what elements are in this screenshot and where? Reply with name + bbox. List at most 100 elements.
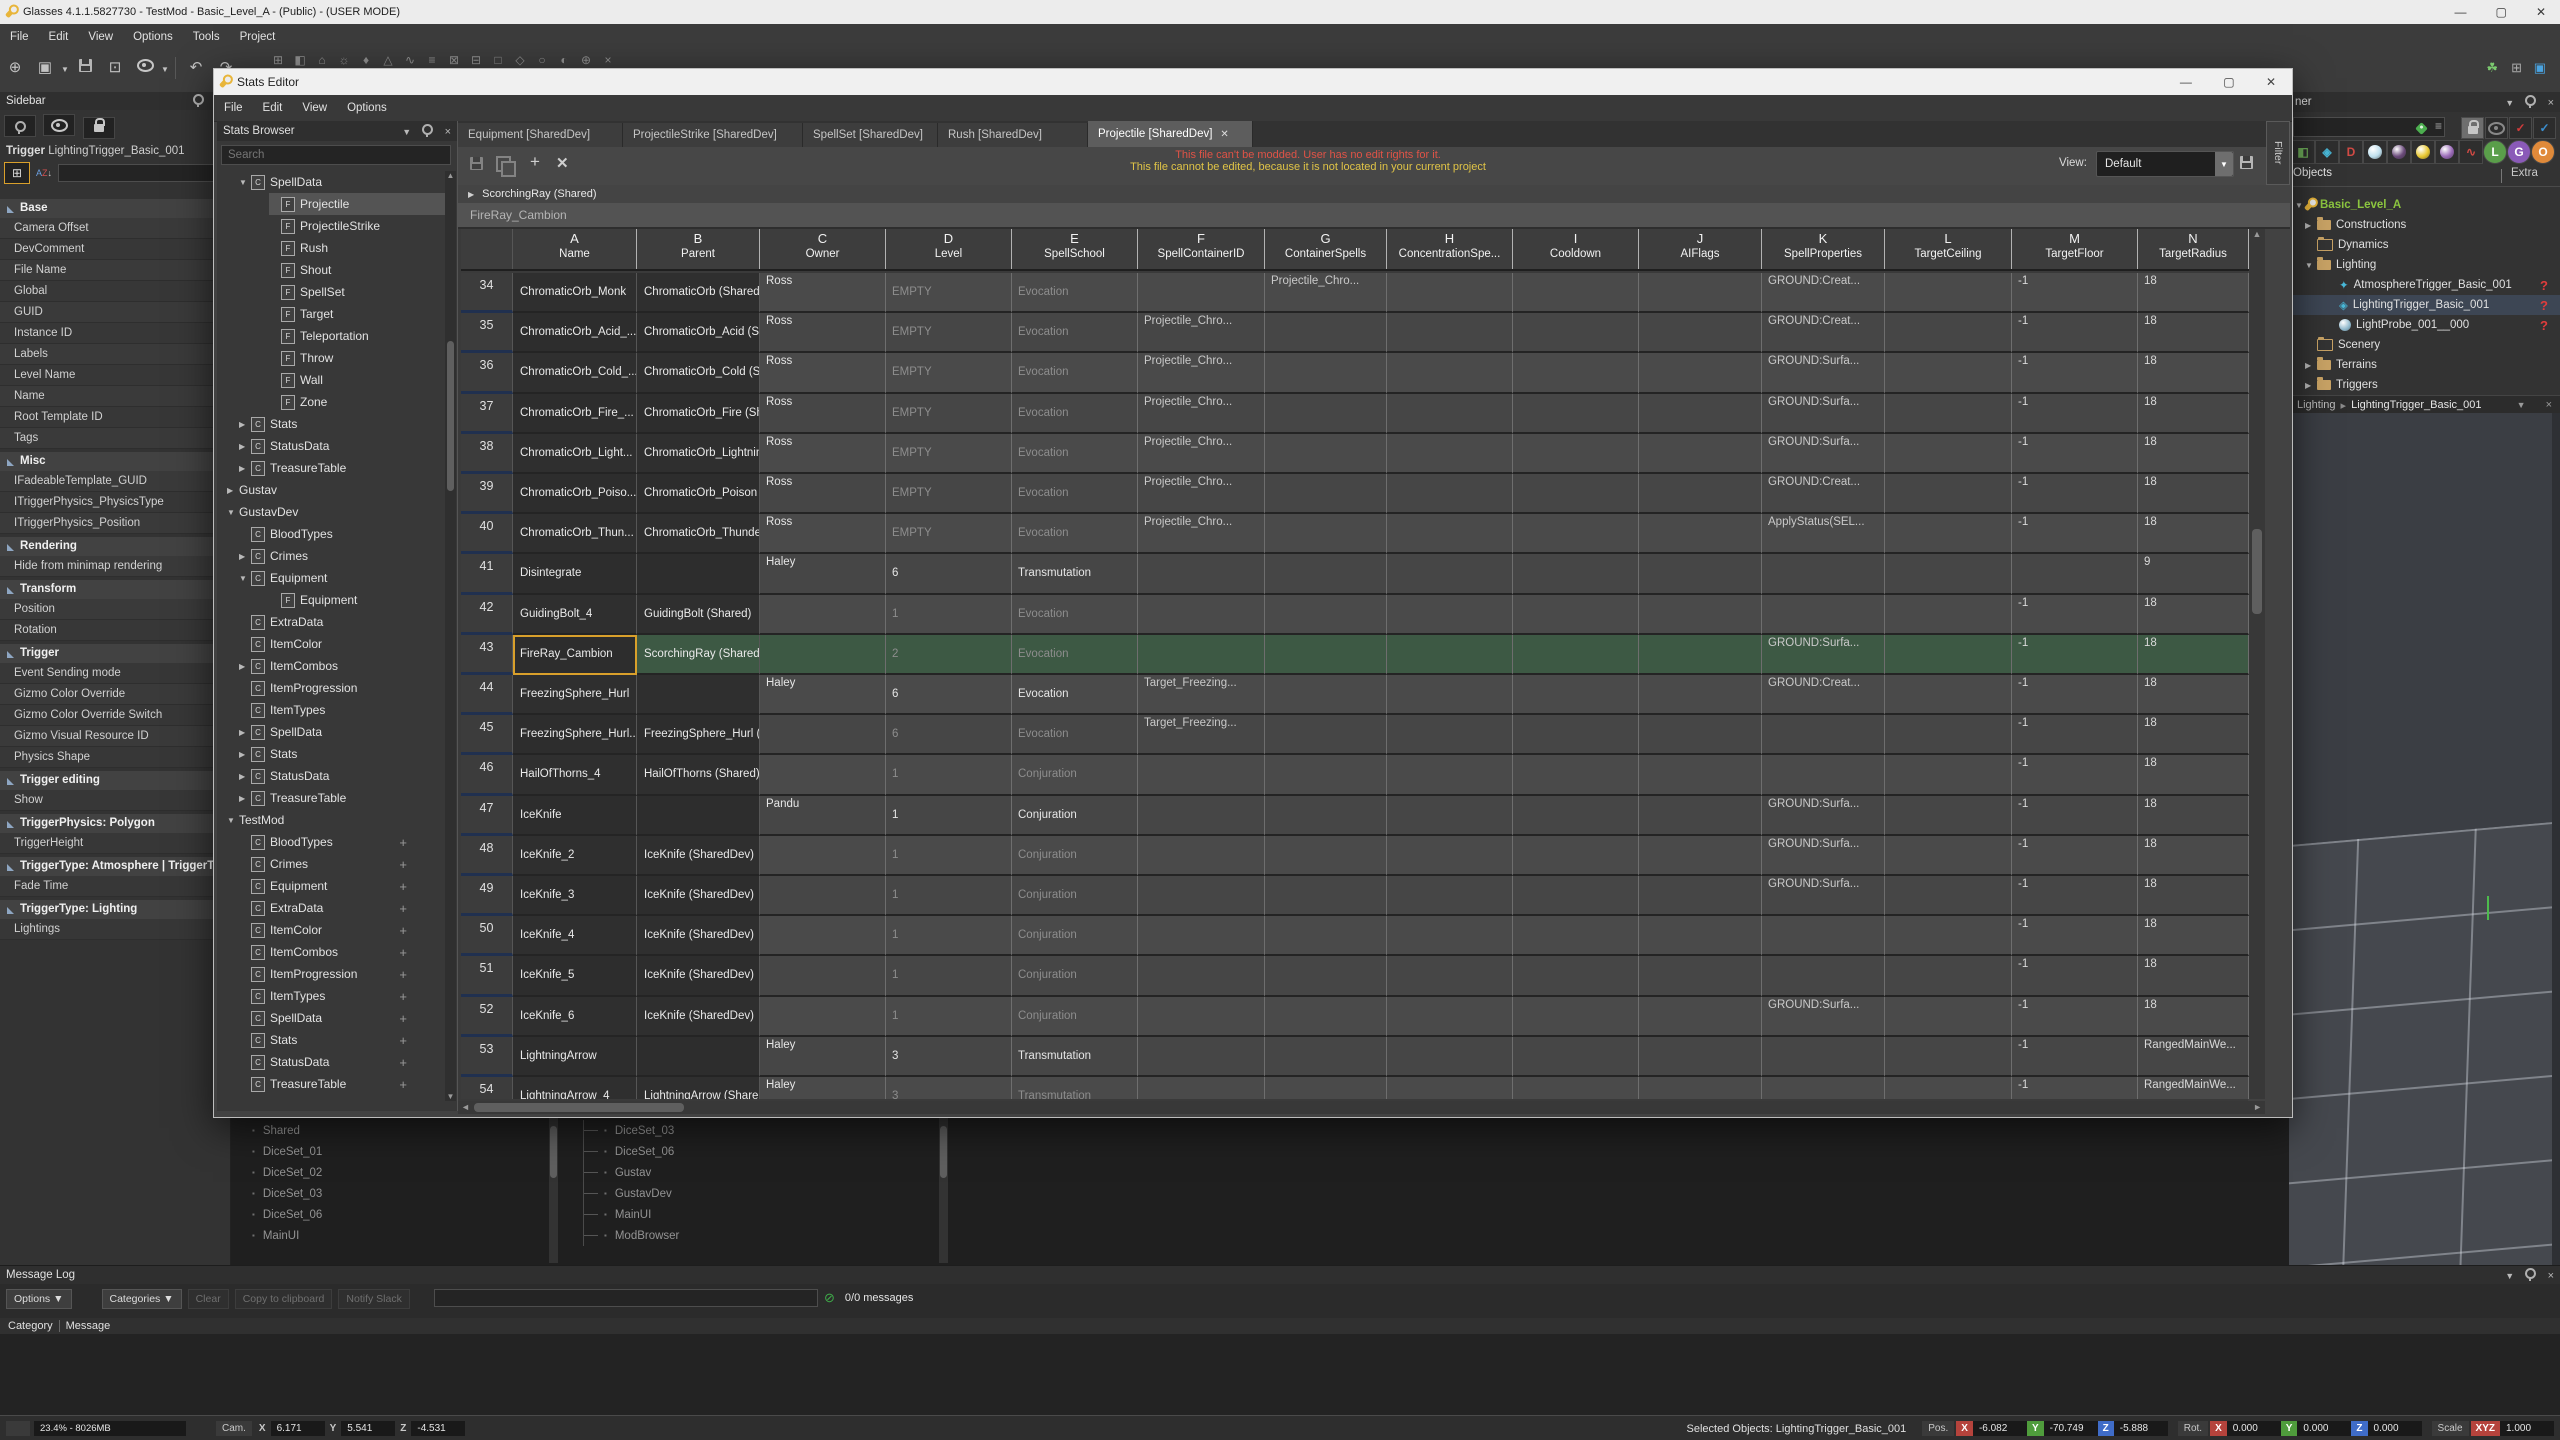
tab-extra[interactable]: Extra [2511, 167, 2538, 179]
column-category[interactable]: Category [8, 1320, 53, 1332]
cell-parent[interactable] [637, 554, 760, 594]
cell-level[interactable]: 1 [886, 997, 1012, 1037]
cell-containerspells[interactable] [1265, 916, 1387, 956]
cell-spellschool[interactable]: Transmutation [1012, 1037, 1138, 1077]
cell-spellproperties[interactable]: ApplyStatus(SEL... [1762, 514, 1885, 554]
add-entry-icon[interactable]: + [399, 945, 407, 960]
stats-tree-item[interactable]: CCrimes+ [239, 853, 445, 875]
cell-containerspells[interactable] [1265, 836, 1387, 876]
cell-name[interactable]: FreezingSphere_Hurl... [513, 715, 637, 755]
controller-icon[interactable]: ⊕ [2, 54, 28, 80]
cell-targetradius[interactable]: 18 [2138, 353, 2249, 393]
table-row[interactable]: 53LightningArrowHaley3Transmutation-1Ran… [461, 1037, 2249, 1077]
property-group-triggertype-lighting[interactable]: TriggerType: Lighting [0, 900, 230, 919]
cell-spellcontainerid[interactable]: Projectile_Chro... [1138, 394, 1265, 434]
cell-owner[interactable] [760, 997, 886, 1037]
cell-cooldown[interactable] [1513, 635, 1639, 675]
cell-concentration[interactable] [1387, 836, 1513, 876]
level-tree-item-basic_level_a[interactable]: ▼Basic_Level_A [2289, 195, 2560, 215]
scroll-left-icon[interactable]: ◄ [461, 1102, 470, 1112]
table-row[interactable]: 37ChromaticOrb_Fire_...ChromaticOrb_Fire… [461, 394, 2249, 434]
pin-icon[interactable] [193, 94, 204, 105]
collapse-icon[interactable]: ▼ [239, 178, 251, 187]
cell-targetceiling[interactable] [1885, 554, 2012, 594]
add-entry-icon[interactable]: + [399, 989, 407, 1004]
cell-parent[interactable]: ScorchingRay (Shared) [637, 635, 760, 675]
menu-file[interactable]: File [0, 24, 39, 50]
table-row[interactable]: 49IceKnife_3IceKnife (SharedDev)1Conjura… [461, 876, 2249, 916]
tool-icon[interactable]: × [599, 52, 617, 68]
stats-tree-item[interactable]: CItemProgression+ [239, 963, 445, 985]
cell-owner[interactable] [760, 715, 886, 755]
tab-equipment[interactable]: Equipment [SharedDev] [458, 123, 623, 147]
cell-targetradius[interactable]: RangedMainWe... [2138, 1037, 2249, 1077]
cell-concentration[interactable] [1387, 796, 1513, 836]
close-button[interactable]: ✕ [2536, 5, 2546, 19]
stats-tree-item[interactable]: ▶CTreasureTable [239, 457, 445, 479]
breadcrumb-parent[interactable]: Lighting [2297, 399, 2336, 411]
stats-tree-item[interactable]: CStatusData+ [239, 1051, 445, 1073]
cell-targetradius[interactable]: 18 [2138, 916, 2249, 956]
cell-targetceiling[interactable] [1885, 956, 2012, 996]
cell-targetceiling[interactable] [1885, 353, 2012, 393]
property-row[interactable]: Position [0, 599, 230, 620]
cell-spellcontainerid[interactable]: Target_Freezing... [1138, 715, 1265, 755]
tool-icon[interactable]: ○ [533, 52, 551, 68]
add-entry-icon[interactable]: + [399, 835, 407, 850]
cell-targetfloor[interactable]: -1 [2012, 715, 2138, 755]
cell-targetradius[interactable]: 18 [2138, 474, 2249, 514]
cell-aiflags[interactable] [1639, 514, 1762, 554]
cell-spellcontainerid[interactable]: Projectile_Chro... [1138, 514, 1265, 554]
close-icon[interactable]: × [2548, 1270, 2554, 1282]
cell-containerspells[interactable] [1265, 554, 1387, 594]
cell-cooldown[interactable] [1513, 956, 1639, 996]
cell-spellschool[interactable]: Conjuration [1012, 796, 1138, 836]
tool-icon[interactable]: ⊞ [269, 52, 287, 68]
property-row[interactable]: Hide from minimap rendering [0, 556, 230, 577]
tool-icon[interactable]: ⊕ [577, 52, 595, 68]
cell-parent[interactable]: FreezingSphere_Hurl (S [637, 715, 760, 755]
level-tree-item-lighting[interactable]: ▼Lighting [2289, 255, 2560, 275]
stats-tree-item[interactable]: CItemColor [239, 633, 445, 655]
level-tree-item-scenery[interactable]: Scenery [2289, 335, 2560, 355]
categorized-view-button[interactable]: ⊞ [4, 162, 30, 184]
cell-level[interactable]: EMPTY [886, 313, 1012, 353]
cell-containerspells[interactable] [1265, 514, 1387, 554]
cell-owner[interactable]: Ross [760, 313, 886, 353]
table-row[interactable]: 42GuidingBolt_4GuidingBolt (Shared)1Evoc… [461, 595, 2249, 635]
stats-tree-item[interactable]: CItemProgression [239, 677, 445, 699]
expand-icon[interactable]: ▶ [2305, 361, 2317, 370]
cell-name[interactable]: FreezingSphere_Hurl [513, 675, 637, 715]
cell-targetceiling[interactable] [1885, 474, 2012, 514]
stats-search-input[interactable] [221, 145, 451, 165]
cell-targetfloor[interactable]: -1 [2012, 474, 2138, 514]
stats-tree-item[interactable]: ▶CStats [239, 413, 445, 435]
stats-tree-item[interactable]: FEquipment [269, 589, 445, 611]
cell-concentration[interactable] [1387, 595, 1513, 635]
cell-cooldown[interactable] [1513, 313, 1639, 353]
cell-spellcontainerid[interactable] [1138, 635, 1265, 675]
list-item[interactable]: ▪DiceSet_03 [232, 1183, 322, 1204]
property-row[interactable]: IFadeableTemplate_GUID [0, 471, 230, 492]
cell-spellproperties[interactable] [1762, 755, 1885, 795]
cell-containerspells[interactable] [1265, 1037, 1387, 1077]
cell-aiflags[interactable] [1639, 715, 1762, 755]
cell-targetfloor[interactable]: -1 [2012, 394, 2138, 434]
cell-parent[interactable]: IceKnife (SharedDev) [637, 997, 760, 1037]
tab-close-icon[interactable]: ✕ [1220, 129, 1228, 140]
spotlight-filter-icon[interactable] [2435, 140, 2459, 164]
cell-cooldown[interactable] [1513, 1077, 1639, 1099]
cell-level[interactable]: 1 [886, 796, 1012, 836]
stats-tree-item[interactable]: CItemTypes+ [239, 985, 445, 1007]
chevron-down-icon[interactable]: ▼ [160, 56, 170, 82]
cell-containerspells[interactable] [1265, 635, 1387, 675]
property-row[interactable]: Camera Offset [0, 218, 230, 239]
column-header-g[interactable]: GContainerSpells [1265, 229, 1387, 269]
stats-tree-item[interactable]: CEquipment+ [239, 875, 445, 897]
level-tree-item-dynamics[interactable]: Dynamics [2289, 235, 2560, 255]
categories-button[interactable]: Categories ▼ [102, 1289, 182, 1309]
cell-concentration[interactable] [1387, 876, 1513, 916]
close-icon[interactable]: × [2546, 399, 2552, 411]
stats-tree-item[interactable]: CTreasureTable+ [239, 1073, 445, 1095]
tab-projectilestrike[interactable]: ProjectileStrike [SharedDev] [623, 123, 803, 147]
